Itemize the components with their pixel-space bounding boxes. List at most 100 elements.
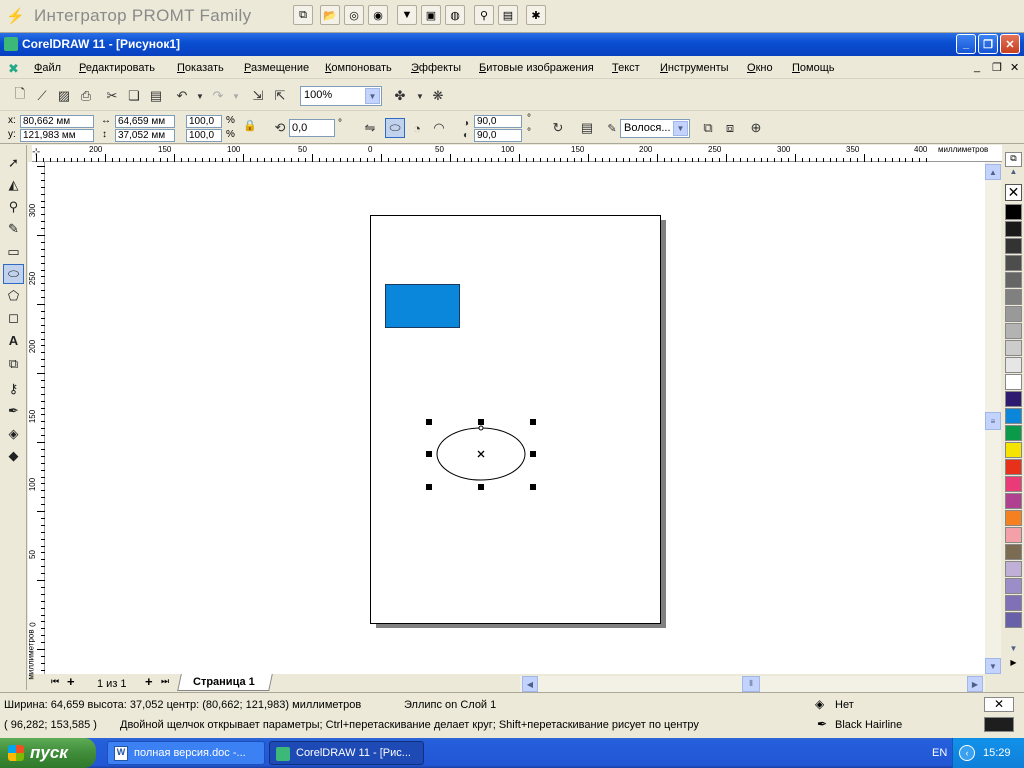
- promt-dictionary-icon[interactable]: ▤: [498, 5, 518, 25]
- corel-online-icon[interactable]: ❋: [428, 86, 448, 106]
- copy-icon[interactable]: ❏: [124, 86, 144, 106]
- doc-icon[interactable]: ✖: [8, 61, 19, 77]
- open-icon[interactable]: ⟋: [32, 86, 52, 106]
- color-swatch[interactable]: [1005, 561, 1022, 577]
- color-swatch[interactable]: [1005, 578, 1022, 594]
- outline-tool-icon[interactable]: ✒: [3, 401, 24, 421]
- basic-shapes-tool-icon[interactable]: ◻: [3, 308, 24, 328]
- export-icon[interactable]: ⇱: [270, 86, 290, 106]
- vertical-scrollbar[interactable]: ▲ ≡ ▼: [985, 162, 1001, 674]
- menu-edit[interactable]: Редактировать: [79, 62, 155, 74]
- promt-earth-icon[interactable]: ◍: [445, 5, 465, 25]
- x-position-field[interactable]: 80,662 мм: [20, 115, 94, 128]
- color-swatch[interactable]: [1005, 476, 1022, 492]
- close-button[interactable]: ✕: [1000, 34, 1020, 54]
- promt-filter-icon[interactable]: ▼: [397, 5, 417, 25]
- color-swatch[interactable]: [1005, 544, 1022, 560]
- start-button[interactable]: пуск: [0, 738, 96, 768]
- doc-close-button[interactable]: ✕: [1010, 61, 1019, 74]
- maximize-button[interactable]: ❐: [978, 34, 998, 54]
- menu-effects[interactable]: Эффекты: [411, 62, 461, 74]
- color-swatch[interactable]: [1005, 306, 1022, 322]
- tray-expand-icon[interactable]: ‹: [959, 745, 975, 761]
- undo-dropdown-icon[interactable]: ▼: [190, 86, 210, 106]
- zoom-level-select[interactable]: 100% ▼: [300, 86, 382, 106]
- to-front-icon[interactable]: ⧈: [720, 118, 740, 138]
- menu-file[interactable]: Файл: [34, 62, 61, 74]
- drawing-canvas[interactable]: [45, 162, 985, 674]
- polygon-tool-icon[interactable]: ⬠: [3, 286, 24, 306]
- menu-window[interactable]: Окно: [747, 62, 773, 74]
- cut-icon[interactable]: ✂: [102, 86, 122, 106]
- first-page-icon[interactable]: ⏮: [51, 676, 59, 687]
- promt-translate-icon[interactable]: ⧉: [293, 5, 313, 25]
- pie-mode-icon[interactable]: ◔: [407, 118, 427, 138]
- promt-settings-icon[interactable]: ✱: [526, 5, 546, 25]
- promt-user-icon[interactable]: ⚲: [474, 5, 494, 25]
- color-swatch[interactable]: [1005, 612, 1022, 628]
- rectangle-tool-icon[interactable]: ▭: [3, 242, 24, 262]
- rotate-icon[interactable]: ⟲: [270, 118, 290, 138]
- interactive-blend-tool-icon[interactable]: ⧉: [3, 354, 24, 374]
- add-page-after-icon[interactable]: +: [145, 674, 153, 689]
- paste-icon[interactable]: ▤: [146, 86, 166, 106]
- app-launcher-dropdown-icon[interactable]: ▼: [410, 86, 430, 106]
- save-icon[interactable]: ▨: [54, 86, 74, 106]
- palette-up-icon[interactable]: ▲: [1005, 167, 1022, 179]
- end-angle-field[interactable]: 90,0: [474, 129, 522, 142]
- color-swatch[interactable]: [1005, 408, 1022, 424]
- last-page-icon[interactable]: ⏭: [161, 676, 169, 687]
- add-page-before-icon[interactable]: +: [67, 674, 75, 689]
- zoom-tool-icon[interactable]: ⚲: [3, 197, 24, 217]
- doc-restore-button[interactable]: ❐: [992, 61, 1002, 74]
- menu-text[interactable]: Текст: [612, 62, 640, 74]
- promt-book-icon[interactable]: ▣: [421, 5, 441, 25]
- redo-icon[interactable]: ↷: [208, 86, 228, 106]
- start-angle-field[interactable]: 90,0: [474, 115, 522, 128]
- y-position-field[interactable]: 121,983 мм: [20, 129, 94, 142]
- arc-mode-icon[interactable]: ◠: [429, 118, 449, 138]
- scroll-up-icon[interactable]: ▲: [985, 164, 1001, 180]
- palette-options-icon[interactable]: ⧉: [1005, 152, 1022, 167]
- undo-icon[interactable]: ↶: [172, 86, 192, 106]
- chevron-down-icon[interactable]: ▼: [673, 121, 688, 136]
- new-icon[interactable]: 🗋: [10, 86, 30, 106]
- promt-globe-icon[interactable]: ◎: [344, 5, 364, 25]
- horizontal-scrollbar[interactable]: ◀ ⦀ ▶: [520, 676, 985, 692]
- color-swatch[interactable]: [1005, 510, 1022, 526]
- color-swatch[interactable]: [1005, 493, 1022, 509]
- fill-tool-icon[interactable]: ◈: [3, 424, 24, 444]
- app-launcher-icon[interactable]: ✤: [390, 86, 410, 106]
- blue-rectangle[interactable]: [385, 284, 460, 328]
- convert-curves-icon[interactable]: ⊕: [746, 118, 766, 138]
- wrap-text-icon[interactable]: ▤: [577, 118, 597, 138]
- freehand-tool-icon[interactable]: ✎: [3, 219, 24, 239]
- print-icon[interactable]: ⎙: [76, 86, 96, 106]
- menu-view[interactable]: Показать: [177, 62, 224, 74]
- scroll-down-icon[interactable]: ▼: [985, 658, 1001, 674]
- minimize-button[interactable]: _: [956, 34, 976, 54]
- mirror-icon[interactable]: ⇋: [360, 118, 380, 138]
- scroll-right-icon[interactable]: ▶: [967, 676, 983, 692]
- color-swatch[interactable]: [1005, 459, 1022, 475]
- import-icon[interactable]: ⇲: [248, 86, 268, 106]
- scroll-thumb[interactable]: ≡: [985, 412, 1001, 430]
- outline-width-select[interactable]: Волося... ▼: [620, 119, 690, 138]
- promt-web-icon[interactable]: ◉: [368, 5, 388, 25]
- outline-swatch-black[interactable]: [984, 717, 1014, 732]
- direction-icon[interactable]: ↻: [548, 118, 568, 138]
- vertical-ruler[interactable]: 300 250 200 150 100 50 0 миллиметров: [27, 162, 45, 680]
- menu-help[interactable]: Помощь: [792, 62, 835, 74]
- horizontal-ruler[interactable]: ⊹ 200 150 100 50 0 50 100 150 200 250 30…: [32, 145, 1002, 162]
- ellipse-tool-icon[interactable]: ⬭: [3, 264, 24, 284]
- task-word[interactable]: W полная версия.doc -...: [107, 741, 265, 765]
- scale-x-field[interactable]: 100,0: [186, 115, 222, 128]
- shape-tool-icon[interactable]: ◭: [3, 175, 24, 195]
- color-swatch[interactable]: [1005, 323, 1022, 339]
- lock-ratio-icon[interactable]: 🔒: [240, 115, 260, 135]
- color-swatch[interactable]: [1005, 357, 1022, 373]
- color-swatch[interactable]: [1005, 527, 1022, 543]
- color-swatch[interactable]: [1005, 255, 1022, 271]
- menu-layout[interactable]: Размещение: [244, 62, 309, 74]
- promt-open-icon[interactable]: 📂: [320, 5, 340, 25]
